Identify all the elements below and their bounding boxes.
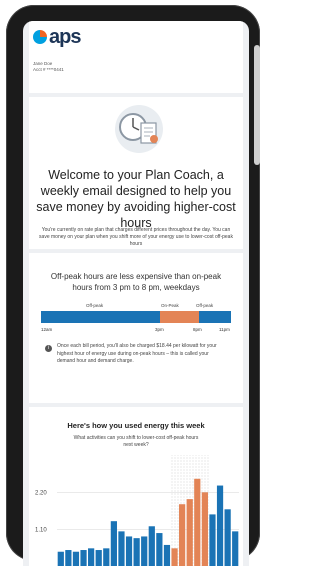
usage-bar — [163, 544, 171, 566]
offpeak-title: Off-peak hours are less expensive than o… — [50, 272, 222, 292]
usage-bar — [201, 492, 208, 566]
usage-bar — [194, 478, 201, 566]
y-tick-label: 2.20 — [35, 490, 47, 496]
hero-section: Welcome to your Plan Coach, a weekly ema… — [29, 97, 243, 249]
demand-charge-text: Once each bill period, you'll also be ch… — [57, 343, 217, 364]
usage-bar — [118, 531, 125, 566]
usage-bar — [156, 533, 163, 566]
segment-label-offpeak-2: Off-peak — [196, 303, 214, 308]
phone-side-button — [254, 45, 260, 165]
clock-document-icon — [115, 105, 163, 153]
hero-title: Welcome to your Plan Coach, a weekly ema… — [36, 168, 236, 230]
usage-bar — [179, 504, 186, 566]
aps-logo: aps — [33, 26, 81, 48]
usage-bar — [171, 548, 178, 566]
time-label: 12am — [41, 327, 53, 332]
usage-bar — [148, 526, 155, 566]
onpeak-segment — [159, 311, 200, 323]
usage-bar — [88, 548, 95, 566]
account-number: Acct # ****0441 — [33, 67, 64, 72]
segment-label-onpeak: On-Peak — [161, 303, 179, 308]
user-name: Jane Doe — [33, 61, 53, 66]
aps-logo-icon — [33, 30, 47, 44]
email-screen[interactable]: aps Jane Doe Acct # ****0441 Welcome to … — [23, 21, 249, 566]
phone-frame: aps Jane Doe Acct # ****0441 Welcome to … — [6, 5, 260, 566]
time-label: 3pm — [155, 327, 164, 332]
time-of-use-bar — [41, 311, 231, 323]
usage-bar — [133, 538, 140, 566]
y-tick-label: 1.10 — [35, 528, 47, 534]
usage-bar — [224, 509, 231, 566]
email-header: aps Jane Doe Acct # ****0441 — [29, 21, 243, 93]
time-label: 11pm — [219, 327, 230, 332]
usage-bar — [209, 514, 216, 566]
info-icon: i — [45, 345, 52, 352]
usage-bar — [125, 536, 133, 566]
time-label: 8pm — [193, 327, 202, 332]
hero-subtitle: You're currently on rate plan that charg… — [39, 227, 233, 247]
usage-subtitle: What activities can you shift to lower-c… — [73, 435, 199, 448]
usage-section: Here's how you used energy this week Wha… — [29, 407, 243, 566]
offpeak-segment — [199, 311, 231, 323]
offpeak-section: Off-peak hours are less expensive than o… — [29, 253, 243, 403]
usage-bar — [110, 521, 117, 566]
segment-labels: Off-peak On-Peak Off-peak — [41, 303, 231, 311]
usage-title: Here's how you used energy this week — [67, 421, 205, 430]
energy-usage-chart: 2.20 1.10 — [35, 455, 239, 566]
usage-bar — [232, 531, 239, 566]
usage-bar — [103, 548, 110, 566]
segment-label-offpeak-1: Off-peak — [86, 303, 104, 308]
time-labels: 12am 3pm 8pm 11pm — [41, 327, 231, 335]
demand-charge-note: i Once each bill period, you'll also be … — [45, 343, 227, 366]
usage-bar — [186, 499, 193, 566]
offpeak-segment — [41, 311, 160, 323]
usage-bar — [141, 536, 148, 566]
usage-bar — [216, 485, 224, 566]
brand-name: aps — [49, 26, 81, 48]
